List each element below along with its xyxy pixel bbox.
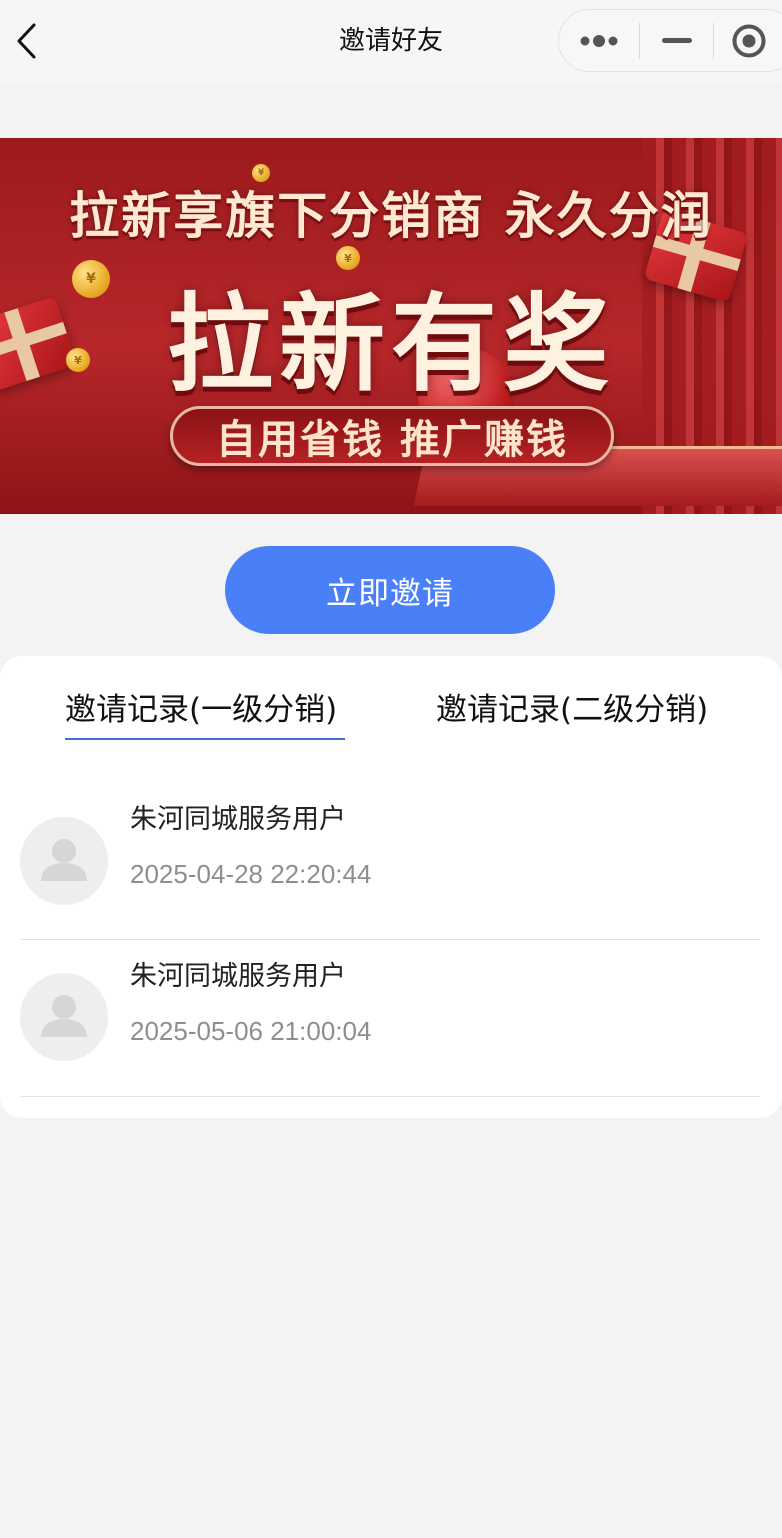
navigation-bar: 邀请好友 xyxy=(0,0,782,82)
avatar xyxy=(20,973,108,1061)
active-tab-indicator xyxy=(65,738,345,740)
minimize-button[interactable] xyxy=(640,10,713,71)
record-user-name: 朱河同城服务用户 xyxy=(130,804,346,835)
avatar xyxy=(20,817,108,905)
invite-records-card: 邀请记录(一级分销) 邀请记录(二级分销) 朱河同城服务用户 2025-04-2… xyxy=(0,656,782,1118)
record-timestamp: 2025-05-06 21:00:04 xyxy=(130,1016,372,1046)
target-circle-icon xyxy=(732,24,766,57)
banner-main-title: 拉新有奖 xyxy=(167,283,615,406)
user-silhouette-icon xyxy=(41,995,87,1037)
tab-first-level-records[interactable]: 邀请记录(一级分销) xyxy=(65,686,337,738)
record-timestamp: 2025-04-28 22:20:44 xyxy=(130,859,372,889)
list-item[interactable]: 朱河同城服务用户 2025-05-06 21:00:04 xyxy=(20,940,760,1097)
invite-now-button[interactable]: 立即邀请 xyxy=(225,546,555,634)
user-silhouette-icon xyxy=(41,839,87,881)
more-dots-icon xyxy=(580,34,618,47)
promo-banner[interactable]: ¥ ¥ ¥ ¥ 拉新享旗下分销商 永久分润 拉新有奖 自用省钱 推广赚钱 xyxy=(0,138,782,514)
minus-icon xyxy=(661,37,692,43)
more-button[interactable] xyxy=(559,10,639,71)
tab-second-level-records[interactable]: 邀请记录(二级分销) xyxy=(436,686,708,738)
close-button[interactable] xyxy=(714,10,782,71)
banner-slogan: 自用省钱 推广赚钱 xyxy=(170,406,614,466)
record-user-name: 朱河同城服务用户 xyxy=(130,961,346,992)
banner-headline: 拉新享旗下分销商 永久分润 xyxy=(69,187,713,245)
list-item[interactable]: 朱河同城服务用户 2025-04-28 22:20:44 xyxy=(20,783,760,940)
mini-program-capsule xyxy=(558,9,782,72)
